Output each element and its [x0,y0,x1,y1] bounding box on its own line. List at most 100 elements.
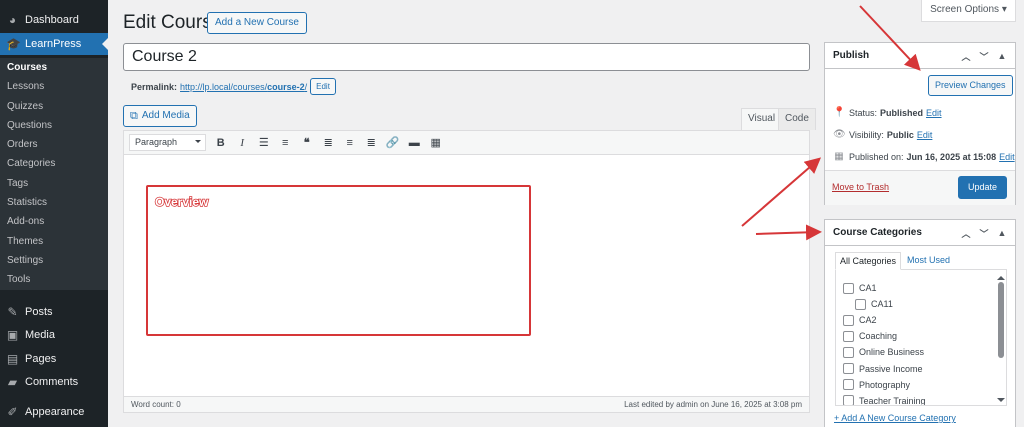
category-item[interactable]: CA11 [836,296,1006,312]
blockquote-icon[interactable]: ❝ [296,133,318,153]
paintbrush-icon: ✐ [7,404,18,419]
screen-options-button[interactable]: Screen Options ▾ [921,0,1016,22]
tab-most-used[interactable]: Most Used [901,252,956,270]
submenu-themes[interactable]: Themes [0,232,108,251]
add-new-course-button[interactable]: Add a New Course [207,12,307,34]
submenu-orders[interactable]: Orders [0,135,108,154]
visibility-edit-link[interactable]: Edit [917,130,933,140]
numbered-list-icon[interactable]: ≡ [275,133,297,153]
scrollbar-thumb[interactable] [998,282,1004,358]
submenu-settings[interactable]: Settings [0,251,108,270]
submenu-statistics[interactable]: Statistics [0,193,108,212]
submenu-courses[interactable]: Courses [0,58,108,77]
categories-box-title: Course Categories [833,227,922,238]
category-item[interactable]: Coaching [836,328,1006,344]
category-item[interactable]: Online Business [836,344,1006,360]
chevron-up-icon[interactable]: ︿ [957,227,975,240]
category-checkbox[interactable] [843,395,854,405]
tab-visual[interactable]: Visual [741,108,783,130]
category-item[interactable]: CA1 [836,280,1006,296]
menu-dashboard-label: Dashboard [25,14,79,26]
menu-dashboard[interactable]: ◕ Dashboard [0,10,108,30]
toggle-panel-icon[interactable]: ▲ [993,228,1011,238]
submenu-questions[interactable]: Questions [0,116,108,135]
publish-box-title: Publish [833,50,870,61]
read-more-icon[interactable]: ▬ [404,133,426,153]
format-select-value: Paragraph [135,137,178,147]
submenu-categories[interactable]: Categories [0,154,108,173]
category-checkbox[interactable] [843,379,854,391]
published-edit-link[interactable]: Edit [999,152,1015,162]
published-value: Jun 16, 2025 at 15:08 [906,151,997,162]
tab-all-categories[interactable]: All Categories [835,252,902,270]
update-button[interactable]: Update [957,176,1007,199]
eye-icon: 👁 [833,129,846,140]
chevron-down-icon[interactable]: ﹀ [975,50,993,63]
published-on-row: ▦ Published on: Jun 16, 2025 at 15:08 Ed… [834,151,1015,162]
menu-media[interactable]: ▣ Media [0,324,108,348]
scroll-down-icon[interactable] [997,398,1005,405]
tab-code[interactable]: Code [778,108,816,130]
editor-content-area[interactable]: Overview [124,155,809,397]
status-edit-link[interactable]: Edit [926,108,942,118]
word-count: Word count: 0 [131,400,181,409]
chevron-up-icon[interactable]: ︿ [957,50,975,63]
last-edited: Last edited by admin on June 16, 2025 at… [624,400,802,409]
bold-icon[interactable]: B [210,133,232,153]
category-checkbox[interactable] [843,346,854,358]
menu-appearance[interactable]: ✐ Appearance [0,400,108,424]
menu-comments-label: Comments [25,376,79,389]
pushpin-icon: ✎ [7,304,18,319]
move-to-trash-link[interactable]: Move to Trash [832,182,889,192]
link-icon[interactable]: 🔗 [382,133,404,153]
category-item[interactable]: Teacher Training [836,393,1006,405]
toggle-panel-icon[interactable]: ▲ [993,51,1011,61]
status-row: 📍 Status: Published Edit [833,107,942,118]
italic-icon[interactable]: I [232,133,254,153]
preview-changes-button[interactable]: Preview Changes [928,75,1013,96]
align-left-icon[interactable]: ≣ [318,133,340,153]
submenu-quizzes[interactable]: Quizzes [0,97,108,116]
menu-posts[interactable]: ✎ Posts [0,300,108,324]
add-media-label: Add Media [141,110,190,121]
graduation-cap-icon: 🎓 [6,36,21,51]
add-media-button[interactable]: ⧉ Add Media [123,105,197,127]
course-title-input[interactable]: Course 2 [123,43,810,71]
add-course-category-link[interactable]: + Add A New Course Category [834,413,956,423]
menu-learnpress-label: LearnPress [25,38,82,50]
category-checkbox[interactable] [843,282,854,294]
box-handle-actions: ︿ ﹀ ▲ [957,220,1011,246]
align-center-icon[interactable]: ≡ [339,133,361,153]
format-select[interactable]: Paragraph [129,134,206,151]
category-checkbox[interactable] [843,314,854,326]
menu-learnpress[interactable]: 🎓 LearnPress [0,33,108,55]
scroll-up-icon[interactable] [997,272,1005,280]
menu-pages[interactable]: ▤ Pages [0,347,108,371]
align-right-icon[interactable]: ≣ [361,133,383,153]
chevron-down-icon[interactable]: ﹀ [975,227,993,240]
submenu-tags[interactable]: Tags [0,174,108,193]
category-item[interactable]: CA2 [836,312,1006,328]
sidebar-lower-menu: ✎ Posts ▣ Media ▤ Pages ▰ Comments ✐ App… [0,300,108,424]
category-item[interactable]: Photography [836,377,1006,393]
submenu-add-ons[interactable]: Add-ons [0,212,108,231]
menu-pages-label: Pages [25,352,57,365]
toolbar-toggle-icon[interactable]: ▦ [425,133,447,153]
category-checkbox[interactable] [855,298,866,310]
annotation-label: Overview [154,194,209,210]
category-tabs: All Categories Most Used [835,252,956,270]
menu-comments[interactable]: ▰ Comments [0,371,108,395]
menu-media-label: Media [25,329,55,342]
permalink-edit-button[interactable]: Edit [310,78,336,95]
permalink-link[interactable]: http://lp.local/courses/course-2/ [180,82,307,92]
category-scrollbar[interactable] [997,272,1005,402]
submenu-lessons[interactable]: Lessons [0,77,108,96]
learnpress-submenu: Courses Lessons Quizzes Questions Orders… [0,58,108,290]
publish-box: Publish ︿ ﹀ ▲ Preview Changes 📍 Status: … [824,42,1016,205]
category-item[interactable]: Passive Income [836,360,1006,376]
comment-icon: ▰ [7,375,18,390]
bullet-list-icon[interactable]: ☰ [253,133,275,153]
category-checkbox[interactable] [843,330,854,342]
submenu-tools[interactable]: Tools [0,270,108,289]
category-checkbox[interactable] [843,363,854,375]
